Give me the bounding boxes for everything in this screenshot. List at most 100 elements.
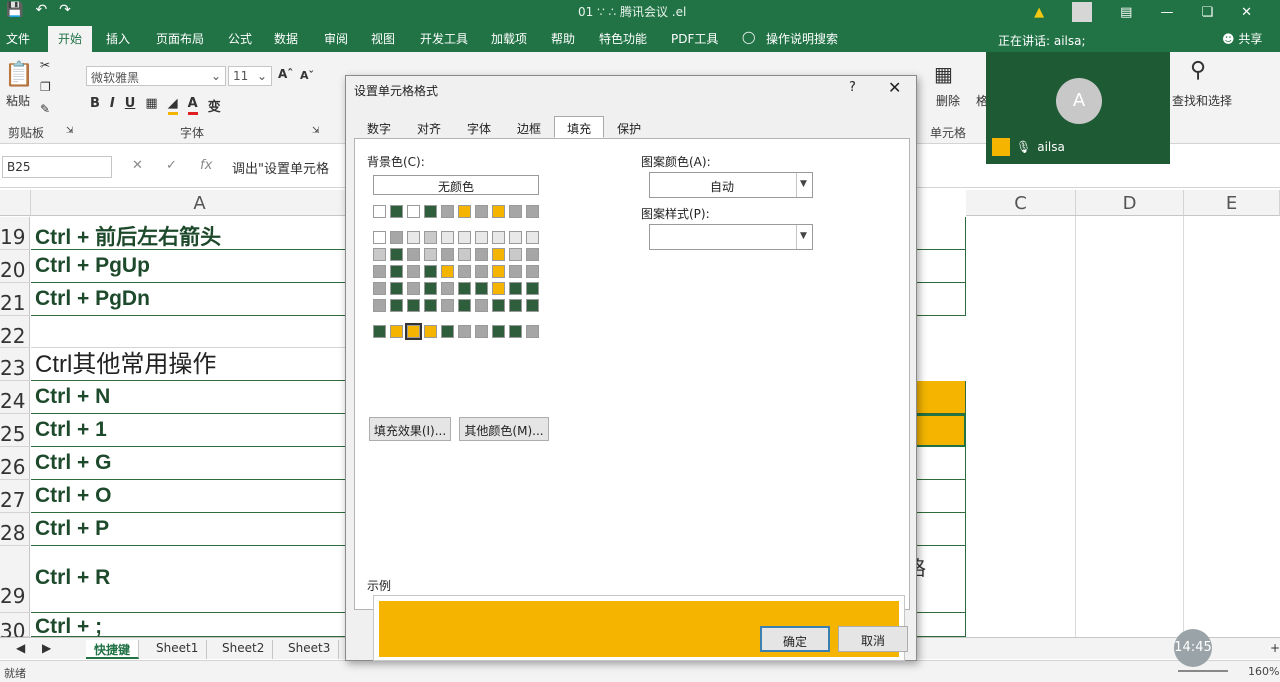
color-swatch[interactable] — [458, 248, 471, 261]
cell-a28[interactable]: Ctrl + P — [31, 513, 348, 546]
color-swatch[interactable] — [492, 265, 505, 278]
tab-help[interactable]: 帮助 — [551, 30, 575, 47]
color-swatch[interactable] — [458, 265, 471, 278]
color-swatch[interactable] — [475, 205, 488, 218]
color-swatch[interactable] — [407, 231, 420, 244]
restore-icon[interactable]: ❏ — [1201, 5, 1213, 20]
color-swatch[interactable] — [509, 265, 522, 278]
plus-icon[interactable]: + — [1262, 640, 1280, 659]
tab-review[interactable]: 审阅 — [324, 30, 348, 47]
color-swatch[interactable] — [441, 265, 454, 278]
fill-effects-button[interactable]: 填充效果(I)... — [369, 417, 451, 441]
help-button[interactable]: ? — [849, 80, 856, 95]
color-swatch[interactable] — [390, 325, 403, 338]
color-swatch[interactable] — [509, 282, 522, 295]
tab-file[interactable]: 文件 — [6, 30, 30, 47]
ok-button[interactable]: 确定 — [760, 626, 830, 652]
delete-cells-icon[interactable]: ▦ — [934, 62, 953, 86]
color-swatch[interactable] — [373, 325, 386, 338]
color-swatch[interactable] — [526, 248, 539, 261]
cell-a23[interactable]: Ctrl其他常用操作 — [31, 342, 348, 381]
color-swatch[interactable] — [492, 231, 505, 244]
share-button[interactable]: ☻ 共享 — [1222, 30, 1262, 47]
tab-developer[interactable]: 开发工具 — [420, 30, 468, 47]
delete-button[interactable]: 删除 — [936, 92, 960, 109]
scroll-right-icon[interactable]: ▶ — [34, 640, 59, 659]
find-select-button[interactable]: 查找和选择 — [1172, 92, 1232, 109]
color-swatch[interactable] — [390, 265, 403, 278]
color-swatch[interactable] — [458, 231, 471, 244]
sheet-tab-shortcuts[interactable]: 快捷键 — [86, 640, 140, 659]
color-swatch[interactable] — [526, 299, 539, 312]
column-header-e[interactable]: E — [1184, 190, 1280, 216]
name-box[interactable]: B25 — [2, 156, 112, 178]
color-swatch[interactable] — [424, 231, 437, 244]
cell-a26[interactable]: Ctrl + G — [31, 447, 348, 480]
confirm-entry-icon[interactable]: ✓ — [166, 158, 177, 173]
tab-special[interactable]: 特色功能 — [599, 30, 647, 47]
underline-icon[interactable]: U — [125, 96, 136, 115]
color-swatch[interactable] — [509, 325, 522, 338]
color-swatch[interactable] — [475, 325, 488, 338]
row-header[interactable]: 19 — [0, 217, 30, 250]
row-header[interactable]: 20 — [0, 250, 30, 283]
zoom-slider[interactable] — [1178, 670, 1228, 672]
color-swatch[interactable] — [509, 231, 522, 244]
row-header[interactable]: 29 — [0, 546, 30, 613]
font-size-select[interactable]: 11 ⌄ — [228, 66, 272, 86]
cell-a20[interactable]: Ctrl + PgUp — [31, 250, 348, 283]
grow-font-icon[interactable]: Aˆ — [278, 67, 293, 81]
ribbon-display-icon[interactable]: ▤ — [1120, 5, 1132, 20]
cell-a24[interactable]: Ctrl + N — [31, 381, 348, 414]
no-color-button[interactable]: 无颜色 — [373, 175, 539, 195]
tab-font[interactable]: 字体 — [454, 116, 504, 138]
color-swatch[interactable] — [526, 282, 539, 295]
dialog-close-icon[interactable]: ✕ — [888, 78, 901, 97]
color-swatch[interactable] — [475, 282, 488, 295]
italic-icon[interactable]: I — [110, 96, 115, 115]
color-swatch[interactable] — [373, 248, 386, 261]
color-swatch[interactable] — [424, 299, 437, 312]
color-swatch[interactable] — [390, 282, 403, 295]
tab-fill[interactable]: 填充 — [554, 116, 605, 138]
color-swatch[interactable] — [509, 205, 522, 218]
tab-data[interactable]: 数据 — [274, 30, 298, 47]
cell-a27[interactable]: Ctrl + O — [31, 480, 348, 513]
color-swatch[interactable] — [424, 282, 437, 295]
save-icon[interactable]: 💾 — [6, 2, 23, 18]
more-colors-button[interactable]: 其他颜色(M)... — [459, 417, 549, 441]
bold-icon[interactable]: B — [90, 96, 100, 115]
font-name-select[interactable]: 微软雅黑 ⌄ — [86, 66, 226, 86]
color-swatch[interactable] — [441, 231, 454, 244]
tab-home[interactable]: 开始 — [48, 26, 93, 52]
color-swatch[interactable] — [458, 205, 471, 218]
format-painter-icon[interactable]: ✎ — [40, 102, 50, 116]
tab-number[interactable]: 数字 — [354, 116, 404, 138]
column-header-d[interactable]: D — [1076, 190, 1184, 216]
color-swatch[interactable] — [509, 299, 522, 312]
color-swatch[interactable] — [407, 282, 420, 295]
color-swatch[interactable] — [526, 265, 539, 278]
meeting-video-panel[interactable]: A 🎙 ailsa — [986, 52, 1170, 164]
shrink-font-icon[interactable]: Aˇ — [300, 69, 314, 82]
insert-function-icon[interactable]: fx — [200, 158, 212, 173]
cell-a19[interactable]: Ctrl + 前后左右箭头 — [31, 217, 348, 250]
sheet-tab-sheet3[interactable]: Sheet3 — [280, 640, 340, 659]
tab-protection[interactable]: 保护 — [604, 116, 654, 138]
undo-icon[interactable]: ↶ — [35, 2, 47, 18]
tab-formulas[interactable]: 公式 — [228, 30, 252, 47]
color-swatch[interactable] — [407, 299, 420, 312]
cell-a30[interactable]: Ctrl + ; — [31, 613, 348, 638]
row-header[interactable]: 30 — [0, 613, 30, 643]
color-swatch[interactable] — [441, 282, 454, 295]
row-header[interactable]: 22 — [0, 316, 30, 348]
color-swatch[interactable] — [509, 248, 522, 261]
row-header[interactable]: 24 — [0, 381, 30, 414]
row-header[interactable]: 26 — [0, 447, 30, 480]
color-swatch[interactable] — [424, 205, 437, 218]
color-swatch[interactable] — [390, 248, 403, 261]
cell-a21[interactable]: Ctrl + PgDn — [31, 283, 348, 316]
minimize-icon[interactable]: — — [1160, 5, 1173, 20]
row-header[interactable]: 28 — [0, 513, 30, 546]
cut-icon[interactable]: ✂ — [40, 58, 50, 72]
